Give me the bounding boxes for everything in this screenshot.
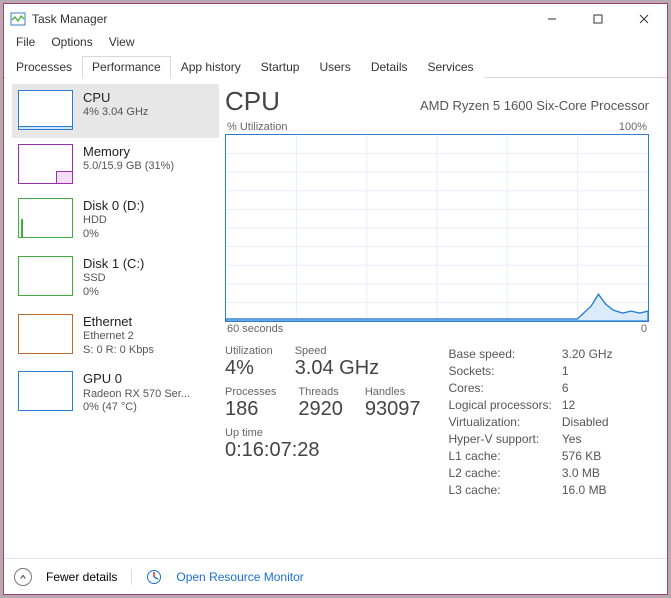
footer: Fewer details Open Resource Monitor	[4, 558, 667, 594]
menu-options[interactable]: Options	[45, 34, 98, 52]
close-button[interactable]	[621, 4, 667, 34]
chart-xmax: 60 seconds	[227, 323, 283, 335]
sidebar-item-ethernet[interactable]: Ethernet Ethernet 2 S: 0 R: 0 Kbps	[12, 308, 219, 366]
stat-threads: Threads 2920	[298, 386, 343, 427]
cpu-util-chart[interactable]	[225, 134, 649, 322]
perf-main: CPU AMD Ryzen 5 1600 Six-Core Processor …	[219, 78, 667, 558]
tab-app-history[interactable]: App history	[171, 56, 251, 78]
tab-startup[interactable]: Startup	[251, 56, 310, 78]
sidebar-item-label: GPU 0	[83, 371, 190, 387]
sidebar-item-label: CPU	[83, 90, 148, 106]
memory-thumb-icon	[18, 144, 73, 184]
tab-strip: Processes Performance App history Startu…	[4, 54, 667, 78]
sidebar-item-disk1[interactable]: Disk 1 (C:) SSD 0%	[12, 250, 219, 308]
sidebar-item-label: Disk 0 (D:)	[83, 198, 144, 214]
sidebar-item-cpu[interactable]: CPU 4% 3.04 GHz	[12, 84, 219, 138]
maximize-button[interactable]	[575, 4, 621, 34]
stat-handles: Handles 93097	[365, 386, 421, 427]
tab-performance[interactable]: Performance	[82, 56, 171, 78]
task-manager-window: Task Manager File Options View Processes…	[3, 3, 668, 595]
window-title: Task Manager	[32, 12, 529, 26]
chart-ylabel: % Utilization	[227, 121, 288, 133]
perf-sidebar: CPU 4% 3.04 GHz Memory 5.0/15.9 GB (31%)	[4, 78, 219, 558]
menu-view[interactable]: View	[103, 34, 141, 52]
tab-services[interactable]: Services	[418, 56, 484, 78]
minimize-button[interactable]	[529, 4, 575, 34]
menubar: File Options View	[4, 34, 667, 54]
open-resource-monitor-link[interactable]: Open Resource Monitor	[176, 570, 303, 584]
cpu-properties: Base speed:3.20 GHz Sockets: 1 Cores: 6 …	[448, 347, 612, 497]
stat-processes: Processes 186	[225, 386, 276, 427]
divider	[131, 569, 132, 585]
sidebar-item-label: Ethernet	[83, 314, 154, 330]
tab-details[interactable]: Details	[361, 56, 418, 78]
ethernet-thumb-icon	[18, 314, 73, 354]
tab-processes[interactable]: Processes	[6, 56, 82, 78]
chart-xmin: 0	[641, 323, 647, 335]
disk-thumb-icon	[18, 256, 73, 296]
taskmgr-icon	[10, 11, 26, 27]
titlebar[interactable]: Task Manager	[4, 4, 667, 34]
fewer-details-link[interactable]: Fewer details	[46, 570, 117, 584]
cpu-thumb-icon	[18, 90, 73, 130]
tab-users[interactable]: Users	[309, 56, 360, 78]
page-title: CPU	[225, 86, 280, 117]
sidebar-item-memory[interactable]: Memory 5.0/15.9 GB (31%)	[12, 138, 219, 192]
sidebar-item-disk0[interactable]: Disk 0 (D:) HDD 0%	[12, 192, 219, 250]
resource-monitor-icon	[146, 569, 162, 585]
stat-speed: Speed 3.04 GHz	[295, 345, 379, 386]
gpu-thumb-icon	[18, 371, 73, 411]
chevron-up-icon[interactable]	[14, 568, 32, 586]
disk-thumb-icon	[18, 198, 73, 238]
menu-file[interactable]: File	[10, 34, 41, 52]
sidebar-item-label: Memory	[83, 144, 174, 160]
stat-uptime: Up time 0:16:07:28	[225, 427, 420, 462]
sidebar-item-label: Disk 1 (C:)	[83, 256, 144, 272]
chart-ymax: 100%	[619, 121, 647, 133]
stat-utilization: Utilization 4%	[225, 345, 273, 386]
cpu-model: AMD Ryzen 5 1600 Six-Core Processor	[420, 98, 649, 113]
sidebar-item-gpu0[interactable]: GPU 0 Radeon RX 570 Ser... 0% (47 °C)	[12, 365, 219, 423]
